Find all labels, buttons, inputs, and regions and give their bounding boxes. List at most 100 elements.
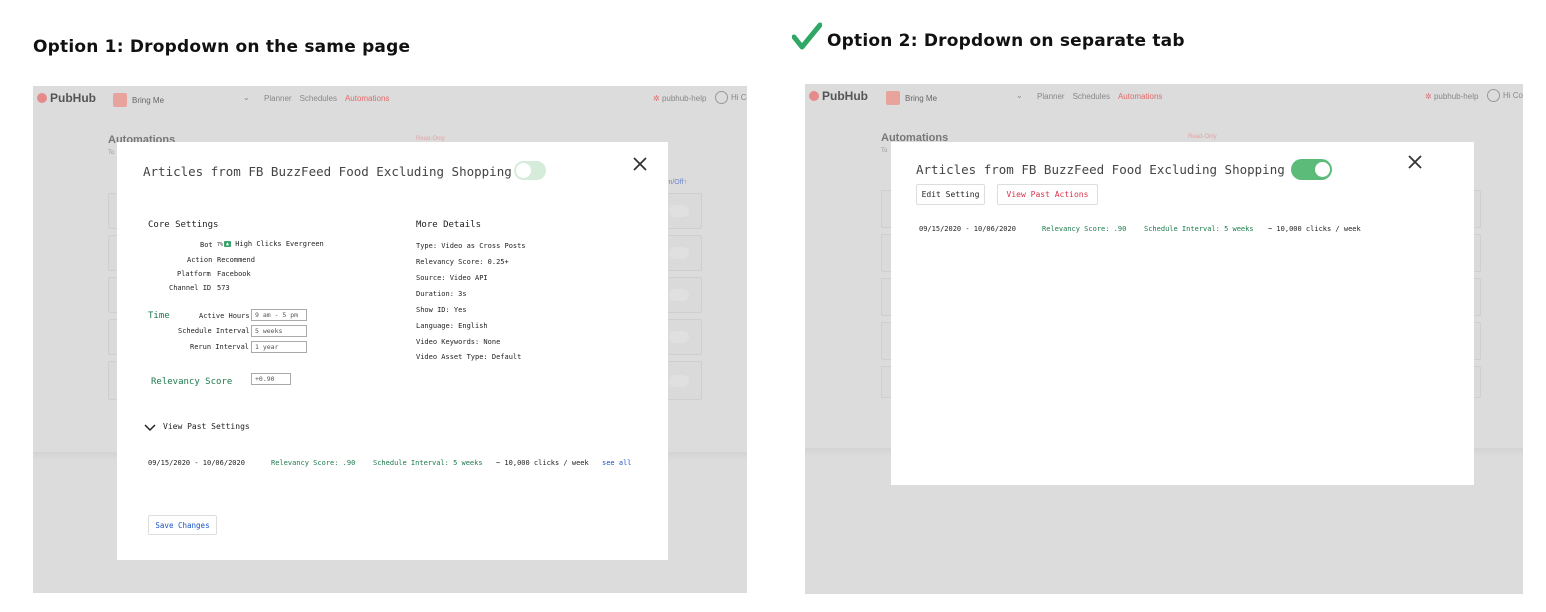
help-link[interactable]: ✲ pubhub-help [653, 94, 706, 103]
action-value: Recommend [217, 256, 255, 264]
user-greeting: Hi Co [1503, 91, 1523, 100]
rerun-interval-label: Rerun Interval [190, 343, 250, 351]
pubhub-logo-icon [809, 91, 819, 101]
nav-links: Planner Schedules Automations [264, 94, 389, 103]
card-toggle[interactable] [669, 205, 689, 217]
channel-id-value: 573 [217, 284, 230, 292]
avatar-icon [715, 91, 728, 104]
chevron-down-icon[interactable]: ⌄ [1016, 91, 1023, 100]
option2-title: Option 2: Dropdown on separate tab [827, 31, 1185, 51]
close-icon[interactable] [633, 157, 647, 171]
past-schedule-interval: Schedule Interval: 5 weeks [373, 459, 483, 467]
see-all-link[interactable]: see all [602, 459, 632, 467]
workspace-selector[interactable]: Bring Me [113, 93, 164, 107]
user-greeting: Hi Co [731, 93, 747, 102]
tab-view-past-actions[interactable]: View Past Actions [997, 184, 1098, 205]
toggle-knob [516, 163, 531, 178]
more-details-heading: More Details [416, 220, 482, 230]
avatar-icon [1487, 89, 1500, 102]
modal-title: Articles from FB BuzzFeed Food Excluding… [143, 164, 512, 179]
nav-schedules[interactable]: Schedules [300, 94, 337, 103]
modal-title: Articles from FB BuzzFeed Food Excluding… [916, 162, 1285, 177]
detail-source: Source: Video API [416, 274, 488, 282]
help-text: pubhub-help [1433, 92, 1479, 101]
action-label: Action [187, 256, 213, 264]
automation-modal: Articles from FB BuzzFeed Food Excluding… [891, 142, 1474, 485]
nav-automations[interactable]: Automations [1118, 92, 1162, 101]
schedule-interval-input[interactable]: 5 weeks [251, 325, 307, 337]
pubhub-logo[interactable]: PubHub [809, 89, 868, 103]
help-text: pubhub-help [661, 94, 707, 103]
action-relevancy-score: Relevancy Score: .90 [1042, 225, 1127, 233]
detail-language: Language: English [416, 322, 488, 330]
save-changes-button[interactable]: Save Changes [148, 515, 217, 535]
status-badge: Read-Only [1188, 134, 1217, 140]
workspace-selector[interactable]: Bring Me [886, 91, 937, 105]
automation-toggle[interactable] [514, 161, 546, 180]
past-date-range: 09/15/2020 - 10/06/2020 [148, 459, 245, 467]
bot-icon: ▲ [224, 241, 232, 247]
pubhub-logo[interactable]: PubHub [37, 91, 96, 105]
workspace-icon [886, 91, 900, 105]
action-schedule-interval: Schedule Interval: 5 weeks [1144, 225, 1254, 233]
workspace-name: Bring Me [905, 93, 938, 103]
user-menu[interactable]: Hi Co [715, 91, 747, 104]
detail-keywords: Video Keywords: None [416, 338, 501, 346]
close-icon[interactable] [1408, 155, 1422, 169]
channel-id-label: Channel ID [169, 284, 212, 292]
rerun-interval-input[interactable]: 1 year [251, 341, 307, 353]
app-topbar: PubHub Bring Me ⌄ Planner Schedules Auto… [805, 84, 1523, 108]
nav-planner[interactable]: Planner [264, 94, 292, 103]
chevron-down-icon[interactable]: ⌄ [243, 93, 250, 102]
view-past-settings-toggle[interactable]: View Past Settings [163, 422, 250, 431]
help-icon: ✲ [653, 94, 660, 103]
nav-schedules[interactable]: Schedules [1073, 92, 1110, 101]
detail-type: Type: Video as Cross Posts [416, 242, 526, 250]
logo-text: PubHub [50, 91, 96, 105]
app-topbar: PubHub Bring Me ⌄ Planner Schedules Auto… [33, 86, 747, 110]
past-clicks: ~ 10,000 clicks / week [496, 459, 589, 467]
platform-label: Platform [177, 270, 211, 278]
option1-title: Option 1: Dropdown on the same page [33, 37, 411, 57]
chevron-down-icon[interactable] [144, 424, 156, 432]
bot-label: Bot [200, 241, 213, 249]
relevancy-score-input[interactable]: +0.90 [251, 373, 291, 385]
active-hours-input[interactable]: 9 am - 5 pm [251, 309, 307, 321]
help-link[interactable]: ✲ pubhub-help [1425, 92, 1478, 101]
nav-automations[interactable]: Automations [345, 94, 389, 103]
bot-prefix: 7% [217, 242, 224, 248]
tab-edit-setting[interactable]: Edit Setting [916, 184, 985, 205]
workspace-icon [113, 93, 127, 107]
automation-modal: Articles from FB BuzzFeed Food Excluding… [117, 142, 668, 560]
option2-panel: PubHub Bring Me ⌄ Planner Schedules Auto… [805, 84, 1523, 594]
pubhub-logo-icon [37, 93, 47, 103]
help-icon: ✲ [1425, 92, 1432, 101]
page-subtitle: To [108, 150, 115, 156]
card-toggle[interactable] [669, 331, 689, 343]
nav-planner[interactable]: Planner [1037, 92, 1065, 101]
bot-value: 7% ▲ High Clicks Evergreen [217, 240, 324, 248]
check-icon [792, 22, 822, 50]
logo-text: PubHub [822, 89, 868, 103]
nav-links: Planner Schedules Automations [1037, 92, 1162, 101]
card-toggle[interactable] [669, 289, 689, 301]
toggle-knob [1315, 162, 1330, 177]
detail-duration: Duration: 3s [416, 290, 467, 298]
active-hours-label: Active Hours [199, 312, 250, 320]
workspace-name: Bring Me [132, 95, 165, 105]
card-toggle[interactable] [669, 375, 689, 387]
detail-relevancy: Relevancy Score: 0.25+ [416, 258, 509, 266]
action-date-range: 09/15/2020 - 10/06/2020 [919, 225, 1016, 233]
user-menu[interactable]: Hi Co [1487, 89, 1523, 102]
page-subtitle: To [881, 148, 888, 154]
past-relevancy-score: Relevancy Score: .90 [271, 459, 356, 467]
time-heading: Time [148, 311, 170, 321]
automation-toggle[interactable] [1291, 159, 1332, 180]
relevancy-score-label: Relevancy Score [151, 377, 233, 387]
detail-asset-type: Video Asset Type: Default [416, 353, 522, 361]
schedule-interval-label: Schedule Interval [178, 327, 250, 335]
action-clicks: ~ 10,000 clicks / week [1268, 225, 1361, 233]
core-settings-heading: Core Settings [148, 220, 219, 230]
card-toggle[interactable] [669, 247, 689, 259]
platform-value: Facebook [217, 270, 251, 278]
